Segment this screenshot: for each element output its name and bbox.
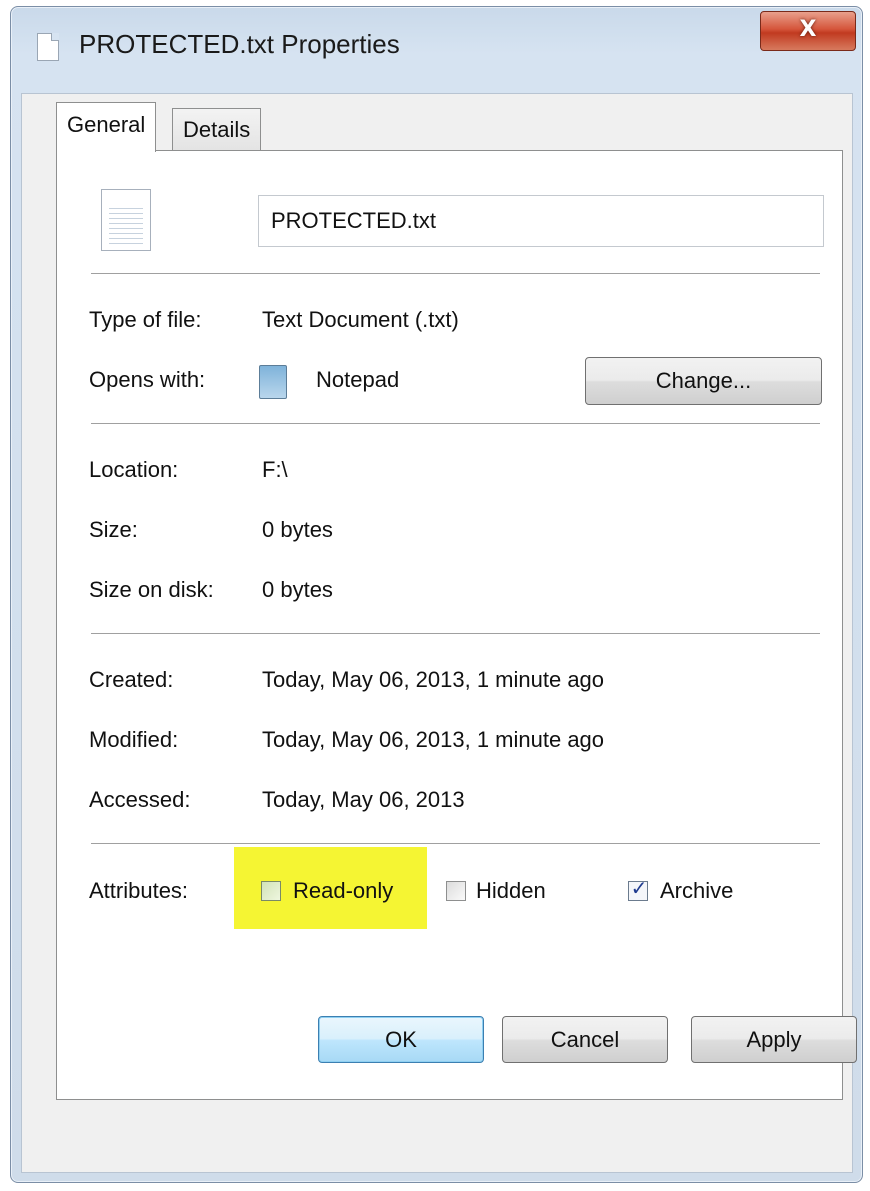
- location-value: F:\: [262, 457, 288, 482]
- created-label: Created:: [89, 667, 174, 692]
- dialog-client-area: Details General PROTECTED.txt Type of fi…: [21, 93, 857, 1173]
- cancel-button[interactable]: Cancel: [502, 1016, 668, 1063]
- created-value: Today, May 06, 2013, 1 minute ago: [262, 667, 605, 692]
- hidden-checkbox[interactable]: [446, 881, 466, 901]
- title-bar[interactable]: PROTECTED.txt Properties X: [11, 7, 862, 77]
- file-name-field[interactable]: PROTECTED.txt: [258, 195, 824, 247]
- notepad-icon: [259, 365, 287, 399]
- modified-label: Modified:: [89, 727, 179, 752]
- archive-checkbox[interactable]: ✓: [628, 876, 648, 901]
- apply-button[interactable]: Apply: [691, 1016, 857, 1063]
- location-label: Location:: [89, 457, 179, 482]
- read-only-checkbox[interactable]: [261, 881, 281, 901]
- accessed-label: Accessed:: [89, 787, 191, 812]
- separator: [91, 843, 820, 845]
- type-label: Type of file:: [89, 307, 202, 332]
- size-value: 0 bytes: [262, 517, 333, 542]
- opens-with-label: Opens with:: [89, 367, 206, 392]
- read-only-label[interactable]: Read-only: [293, 878, 393, 904]
- change-button[interactable]: Change...: [585, 357, 822, 405]
- ok-button[interactable]: OK: [318, 1016, 484, 1063]
- type-value: Text Document (.txt): [262, 307, 459, 332]
- window-title: PROTECTED.txt Properties: [79, 29, 400, 59]
- separator: [91, 423, 820, 425]
- modified-value: Today, May 06, 2013, 1 minute ago: [262, 727, 605, 752]
- opens-with-value: Notepad: [316, 367, 400, 392]
- text-file-icon: [37, 33, 59, 61]
- separator: [91, 273, 820, 275]
- hidden-label[interactable]: Hidden: [476, 878, 546, 904]
- accessed-value: Today, May 06, 2013: [262, 787, 465, 812]
- separator: [91, 633, 820, 635]
- tab-details[interactable]: Details: [172, 108, 262, 152]
- size-on-disk-value: 0 bytes: [262, 577, 333, 602]
- size-on-disk-label: Size on disk:: [89, 577, 214, 602]
- archive-label[interactable]: Archive: [660, 878, 733, 904]
- size-label: Size:: [89, 517, 138, 542]
- text-document-icon: [101, 189, 151, 251]
- close-button[interactable]: X: [760, 11, 856, 51]
- general-panel: PROTECTED.txt Type of file: Text Documen…: [56, 150, 843, 1100]
- attributes-label: Attributes:: [89, 878, 189, 903]
- checkmark-icon: ✓: [630, 876, 648, 900]
- properties-dialog: PROTECTED.txt Properties X Details Gener…: [10, 6, 863, 1183]
- tab-general[interactable]: General: [56, 102, 157, 152]
